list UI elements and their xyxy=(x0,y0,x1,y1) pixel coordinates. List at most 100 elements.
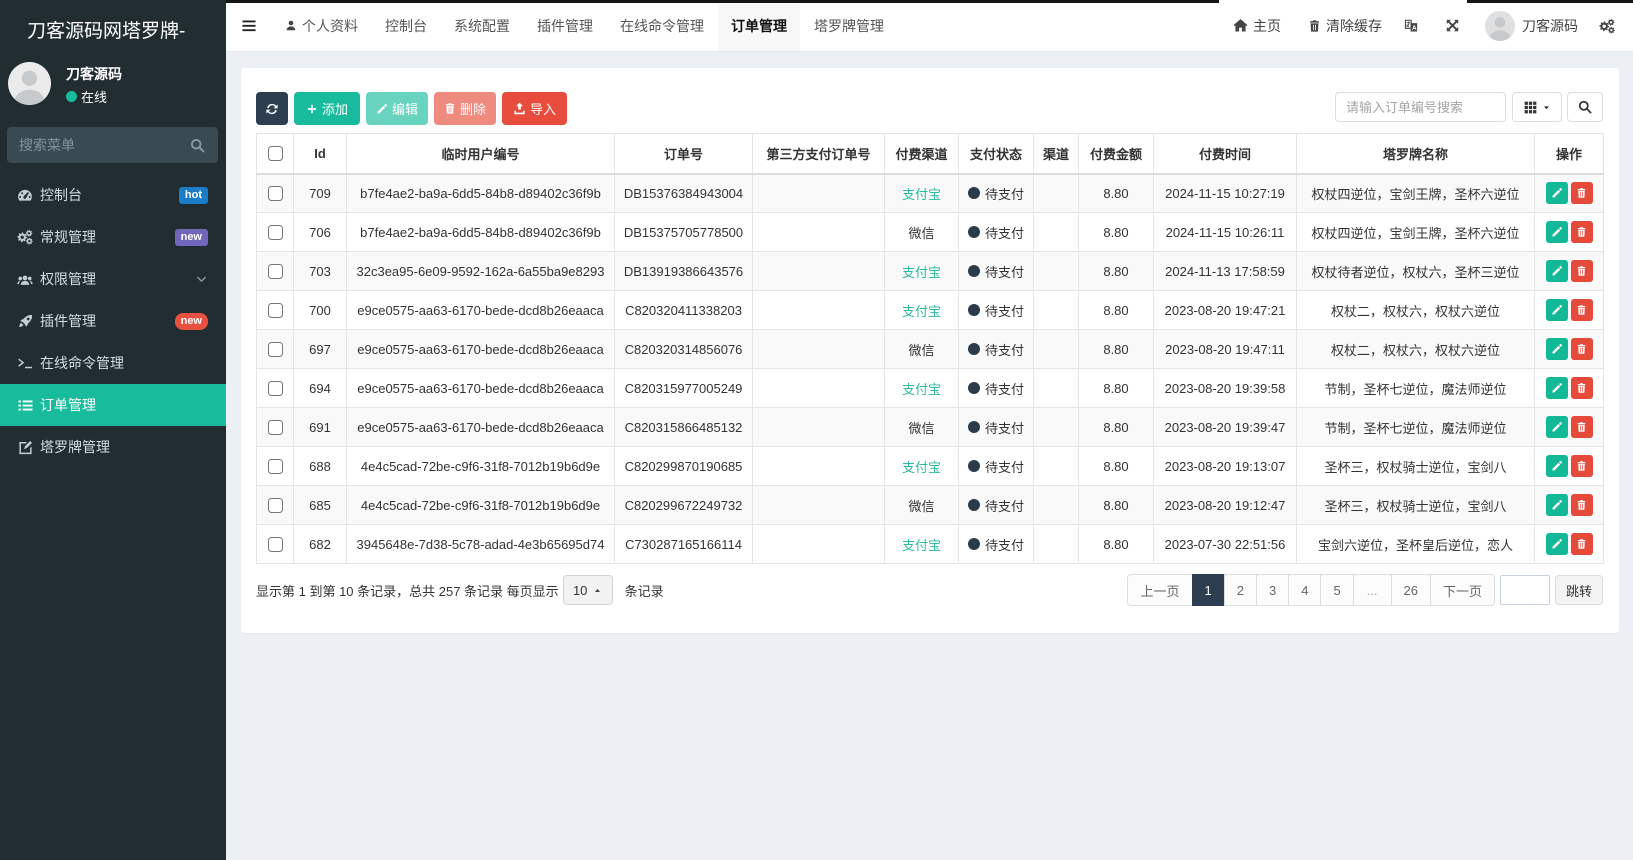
search-icon[interactable] xyxy=(190,138,205,153)
sidebar-item-4[interactable]: 插件管理 new xyxy=(0,300,226,342)
cell-channel xyxy=(1033,329,1079,369)
column-header: 付费金额 xyxy=(1078,133,1154,175)
settings-button[interactable] xyxy=(1599,18,1615,34)
select-all-checkbox[interactable] xyxy=(267,146,283,162)
cell-pay-channel: 支付宝 xyxy=(884,290,959,330)
row-checkbox[interactable] xyxy=(267,342,283,358)
table-row[interactable]: 691 e9ce0575-aa63-6170-bede-dcd8b26eaaca… xyxy=(256,407,1604,447)
translate-button[interactable] xyxy=(1404,18,1418,33)
cell-user-no: e9ce0575-aa63-6170-bede-dcd8b26eaaca xyxy=(346,368,615,408)
table-row[interactable]: 694 e9ce0575-aa63-6170-bede-dcd8b26eaaca… xyxy=(256,368,1604,408)
row-checkbox[interactable] xyxy=(267,381,283,397)
page-jump-input[interactable] xyxy=(1500,575,1550,605)
row-edit-button[interactable] xyxy=(1545,533,1568,555)
pencil-icon xyxy=(376,103,388,115)
row-checkbox[interactable] xyxy=(267,498,283,514)
row-edit-button[interactable] xyxy=(1545,338,1568,360)
sidebar-item-3[interactable]: 权限管理 xyxy=(0,258,226,300)
row-delete-button[interactable] xyxy=(1570,338,1593,360)
order-search-input[interactable] xyxy=(1335,92,1506,122)
add-button[interactable]: 添加 xyxy=(294,92,361,125)
edit-button[interactable]: 编辑 xyxy=(366,92,429,125)
row-edit-button[interactable] xyxy=(1545,182,1568,205)
pagination-page-26[interactable]: 26 xyxy=(1390,574,1431,606)
table-row[interactable]: 706 b7fe4ae2-ba9a-6dd5-84b8-d89402c36f9b… xyxy=(256,212,1604,252)
row-checkbox[interactable] xyxy=(267,420,283,436)
row-edit-button[interactable] xyxy=(1545,455,1568,477)
trash-icon xyxy=(1308,19,1321,33)
table-row[interactable]: 682 3945648e-7d38-5c78-adad-4e3b65695d74… xyxy=(256,524,1604,564)
sidebar-item-7[interactable]: 塔罗牌管理 xyxy=(0,426,226,468)
pagination-page-4[interactable]: 4 xyxy=(1288,574,1322,606)
tab-1[interactable]: 个人资料 xyxy=(272,0,371,51)
sidebar-item-6[interactable]: 订单管理 xyxy=(0,384,226,426)
row-delete-button[interactable] xyxy=(1570,494,1593,516)
tab-label: 插件管理 xyxy=(537,17,593,34)
row-edit-button[interactable] xyxy=(1545,377,1568,399)
cell-channel xyxy=(1033,290,1079,330)
import-button[interactable]: 导入 xyxy=(502,92,568,125)
row-checkbox[interactable] xyxy=(267,225,283,241)
sidebar-search xyxy=(7,127,218,163)
cell-operations xyxy=(1534,290,1604,330)
sidebar-toggle-button[interactable] xyxy=(226,0,272,51)
delete-button[interactable]: 删除 xyxy=(434,92,497,125)
row-edit-button[interactable] xyxy=(1545,416,1568,438)
table-row[interactable]: 700 e9ce0575-aa63-6170-bede-dcd8b26eaaca… xyxy=(256,290,1604,330)
row-edit-button[interactable] xyxy=(1545,299,1568,321)
row-checkbox[interactable] xyxy=(267,186,283,202)
row-edit-button[interactable] xyxy=(1545,260,1568,282)
row-delete-button[interactable] xyxy=(1570,221,1593,243)
sidebar-item-1[interactable]: 控制台 hot xyxy=(0,174,226,216)
pagination-prev[interactable]: 上一页 xyxy=(1127,574,1193,606)
row-checkbox[interactable] xyxy=(267,537,283,553)
pagination-page-3[interactable]: 3 xyxy=(1255,574,1290,606)
table-row[interactable]: 697 e9ce0575-aa63-6170-bede-dcd8b26eaaca… xyxy=(256,329,1604,369)
tab-4[interactable]: 插件管理 xyxy=(524,0,606,51)
row-checkbox[interactable] xyxy=(267,264,283,280)
row-delete-button[interactable] xyxy=(1570,377,1593,399)
table-row[interactable]: 688 4e4c5cad-72be-c9f6-31f8-7012b19b6d9e… xyxy=(256,446,1604,486)
tab-label: 订单管理 xyxy=(731,17,787,34)
cell-user-no: 32c3ea95-6e09-9592-162a-6a55ba9e8293 xyxy=(346,251,615,291)
refresh-icon xyxy=(265,102,279,116)
tab-3[interactable]: 系统配置 xyxy=(441,0,523,51)
search-button[interactable] xyxy=(1567,92,1603,122)
pagination-next[interactable]: 下一页 xyxy=(1429,574,1495,606)
columns-dropdown-button[interactable] xyxy=(1512,92,1562,122)
tab-5[interactable]: 在线命令管理 xyxy=(607,0,717,51)
row-checkbox[interactable] xyxy=(267,303,283,319)
home-link[interactable]: 主页 xyxy=(1233,16,1281,36)
table-row[interactable]: 709 b7fe4ae2-ba9a-6dd5-84b8-d89402c36f9b… xyxy=(256,173,1604,213)
sidebar-item-label: 控制台 xyxy=(40,187,82,203)
page-size-dropdown[interactable]: 10 xyxy=(562,575,613,605)
refresh-button[interactable] xyxy=(256,92,288,125)
tab-2[interactable]: 控制台 xyxy=(372,0,440,51)
fullscreen-button[interactable] xyxy=(1446,19,1459,32)
row-delete-button[interactable] xyxy=(1570,416,1593,438)
tab-7[interactable]: 塔罗牌管理 xyxy=(801,0,897,51)
top-strip-left xyxy=(226,0,1219,3)
row-delete-button[interactable] xyxy=(1570,260,1593,282)
row-edit-button[interactable] xyxy=(1545,221,1568,243)
row-delete-button[interactable] xyxy=(1570,455,1593,477)
pagination-page-5[interactable]: 5 xyxy=(1320,574,1354,606)
clear-cache-link[interactable]: 清除缓存 xyxy=(1308,16,1382,36)
row-checkbox[interactable] xyxy=(267,459,283,475)
row-delete-button[interactable] xyxy=(1570,182,1593,205)
user-menu[interactable]: 刀客源码 xyxy=(1485,10,1578,41)
sidebar-item-2[interactable]: 常规管理 new xyxy=(0,216,226,258)
page-jump-button[interactable]: 跳转 xyxy=(1555,575,1603,605)
row-delete-button[interactable] xyxy=(1570,299,1593,321)
tab-6[interactable]: 订单管理 xyxy=(718,0,800,51)
sidebar-search-input[interactable] xyxy=(7,137,190,153)
row-edit-button[interactable] xyxy=(1545,494,1568,516)
table-row[interactable]: 703 32c3ea95-6e09-9592-162a-6a55ba9e8293… xyxy=(256,251,1604,291)
sidebar-item-5[interactable]: 在线命令管理 xyxy=(0,342,226,384)
pagination-page-1[interactable]: 1 xyxy=(1191,574,1225,606)
table-row[interactable]: 685 4e4c5cad-72be-c9f6-31f8-7012b19b6d9e… xyxy=(256,485,1604,525)
fullscreen-icon xyxy=(1446,19,1459,32)
pagination-page-2[interactable]: 2 xyxy=(1223,574,1257,606)
sidebar-item-label: 插件管理 xyxy=(40,313,96,329)
row-delete-button[interactable] xyxy=(1570,533,1593,555)
